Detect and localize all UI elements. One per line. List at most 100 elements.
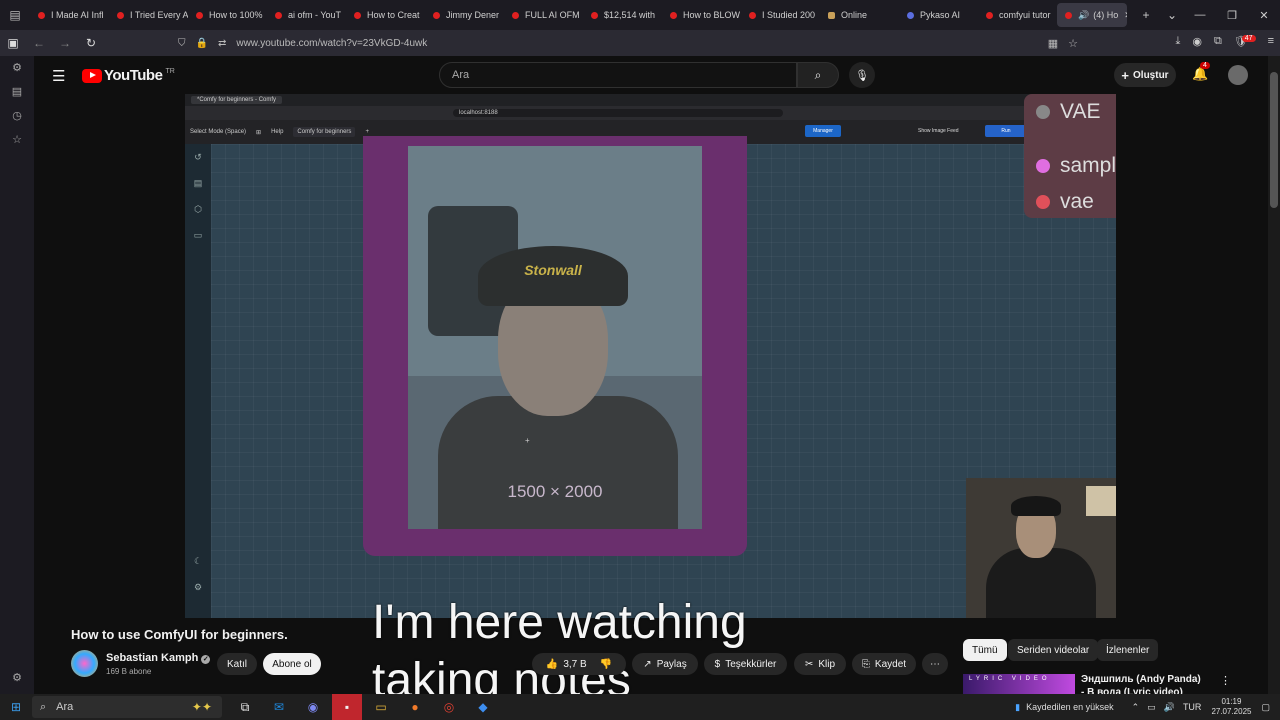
tab-list-chevron-icon[interactable]: ⌄	[1159, 8, 1185, 22]
browser-tab[interactable]: ai ofm - YouT	[267, 3, 346, 27]
dislike-icon[interactable]: 👎	[600, 659, 612, 670]
outlook-icon[interactable]: ✉	[264, 694, 294, 720]
task-view-icon[interactable]: ⧉	[230, 694, 260, 720]
thanks-icon: $	[714, 658, 721, 670]
tray-notice[interactable]: Kaydedilen en yüksek	[1026, 702, 1114, 712]
browser-tab[interactable]: How to Creat	[346, 3, 425, 27]
browser-tab[interactable]: comfyui tutor	[978, 3, 1057, 27]
youtube-favicon-icon	[38, 11, 45, 19]
inner-url: localhost:8188	[453, 109, 783, 117]
youtube-logo[interactable]: YouTube TR	[82, 67, 175, 84]
plus-icon: +	[1121, 67, 1130, 83]
chrome-icon[interactable]: ◎	[434, 694, 464, 720]
tray-chevron-icon[interactable]: ⌃	[1132, 702, 1140, 713]
permissions-icon[interactable]: ⇄	[218, 38, 226, 49]
address-bar[interactable]: ⛉ 🔒 ⇄ www.youtube.com/watch?v=23VkGD-4uw…	[178, 33, 1078, 53]
extension-badge-icon[interactable]: 🛡47	[1234, 35, 1256, 48]
cap-logo-text: Stonwall	[524, 262, 582, 278]
clip-button[interactable]: ✂ Klip	[794, 653, 846, 675]
taskbar-clock[interactable]: 01:19 27.07.2025	[1211, 697, 1251, 717]
url-text[interactable]: www.youtube.com/watch?v=23VkGD-4uwk	[236, 38, 427, 49]
close-window-icon[interactable]: ✕	[1248, 9, 1280, 22]
ai-chat-icon[interactable]: ⚙	[0, 56, 34, 80]
bookmarks-icon[interactable]: ☆	[0, 128, 34, 152]
page-scrollbar[interactable]	[1268, 56, 1280, 694]
browser-tab[interactable]: Jimmy Dener	[425, 3, 504, 27]
sidebar-toggle-icon[interactable]: ▣	[0, 36, 26, 50]
notifications-button[interactable]: 🔔 4	[1192, 62, 1210, 82]
chip-watched[interactable]: İzlenenler	[1097, 639, 1159, 661]
reload-icon[interactable]: ↻	[78, 36, 104, 50]
sidebar-settings-icon[interactable]: ⚙	[0, 666, 34, 690]
firefox-icon[interactable]: ●	[400, 694, 430, 720]
thanks-button[interactable]: $ Teşekkürler	[704, 653, 787, 675]
extensions-icon[interactable]: ⧉	[1214, 35, 1222, 48]
history-icon[interactable]: ◷	[0, 104, 34, 128]
audio-playing-icon[interactable]: 🔊	[1078, 10, 1089, 21]
account-icon[interactable]: ◉	[1192, 35, 1202, 48]
video-player[interactable]: *Comfy for beginners - Comfy localhost:8…	[185, 94, 1116, 618]
shield-icon[interactable]: ⛉	[178, 38, 186, 49]
browser-tab[interactable]: $12,514 with	[583, 3, 662, 27]
bookmark-star-icon[interactable]: ☆	[1068, 37, 1078, 50]
back-icon[interactable]: ←	[26, 36, 52, 50]
restore-icon[interactable]: ❐	[1216, 9, 1248, 22]
join-button[interactable]: Katıl	[217, 653, 257, 675]
synced-tabs-icon[interactable]: ▤	[0, 80, 34, 104]
browser-tab[interactable]: I Made AI Infl	[30, 3, 109, 27]
inner-help: Help	[271, 129, 284, 135]
downloads-icon[interactable]: ⤓	[1175, 35, 1180, 48]
app-red-icon[interactable]: ▪	[332, 694, 362, 720]
file-explorer-icon[interactable]: ▭	[366, 694, 396, 720]
tab-overview-icon[interactable]: ▤	[0, 0, 30, 30]
browser-tab[interactable]: I Tried Every A	[109, 3, 188, 27]
discord-icon[interactable]: ◉	[298, 694, 328, 720]
scrollbar-thumb[interactable]	[1270, 72, 1278, 208]
minimize-icon[interactable]: —	[1184, 9, 1216, 21]
save-button[interactable]: ⎘ Kaydet	[852, 653, 916, 675]
forward-icon[interactable]: →	[52, 36, 78, 50]
taskbar-search-input[interactable]: ⌕ Ara ✦✦	[32, 696, 222, 718]
channel-avatar[interactable]	[71, 650, 98, 677]
browser-tab[interactable]: How to BLOW	[662, 3, 741, 27]
like-icon[interactable]: 👍	[546, 659, 558, 670]
chip-series[interactable]: Seriden videolar	[1008, 639, 1099, 661]
subscribe-button[interactable]: Abone ol	[263, 653, 321, 675]
youtube-favicon-icon	[275, 11, 282, 19]
chip-all[interactable]: Tümü	[963, 639, 1007, 661]
windows-start-icon[interactable]: ⊞	[0, 700, 32, 714]
recommendation-title[interactable]: Эндшпиль (Andy Panda) - В вода (Lyric vi…	[1081, 673, 1206, 694]
hamburger-menu-icon[interactable]: ☰	[52, 67, 65, 85]
user-avatar[interactable]	[1228, 65, 1248, 85]
inner-node-library-icon: ⬡	[194, 204, 202, 214]
channel-name[interactable]: Sebastian Kamph ✓	[106, 652, 211, 664]
reader-view-icon[interactable]: ▦	[1048, 37, 1058, 50]
lock-icon[interactable]: 🔒	[196, 38, 208, 49]
verified-icon: ✓	[201, 655, 211, 664]
language-indicator[interactable]: TUR	[1183, 702, 1202, 712]
recommendation-thumbnail[interactable]: LYRIC VIDEO	[963, 674, 1075, 694]
more-actions-button[interactable]: ⋯	[922, 653, 948, 675]
browser-tab[interactable]: How to 100%	[188, 3, 267, 27]
notification-center-icon[interactable]: ▢	[1261, 702, 1270, 713]
like-dislike-group[interactable]: 👍 3,7 B 👎	[532, 653, 626, 675]
browser-tab[interactable]: Pykaso AI	[899, 3, 978, 27]
search-button[interactable]: ⌕	[797, 62, 839, 88]
app-blue-icon[interactable]: ◆	[468, 694, 498, 720]
youtube-favicon-icon	[196, 11, 203, 19]
close-tab-icon[interactable]: ✕	[1124, 10, 1127, 21]
app-menu-icon[interactable]: ≡	[1268, 35, 1274, 48]
share-button[interactable]: ↗ Paylaş	[632, 653, 698, 675]
browser-tab[interactable]: I Studied 200	[741, 3, 820, 27]
browser-tab[interactable]: FULL AI OFM	[504, 3, 583, 27]
volume-icon[interactable]: 🔊	[1164, 702, 1175, 713]
recommendation-more-icon[interactable]: ⋮	[1220, 674, 1231, 687]
browser-tab[interactable]: Online	[820, 3, 899, 27]
voice-search-button[interactable]: 🎙	[849, 62, 875, 88]
browser-tab-active[interactable]: 🔊(4) Ho✕	[1057, 3, 1127, 27]
create-button[interactable]: + Oluştur	[1114, 63, 1176, 87]
new-tab-icon[interactable]: +	[1133, 8, 1159, 22]
network-icon[interactable]: ▭	[1147, 702, 1156, 713]
search-input[interactable]: Ara	[439, 62, 797, 88]
temperature-icon[interactable]: ▮	[1015, 702, 1020, 713]
